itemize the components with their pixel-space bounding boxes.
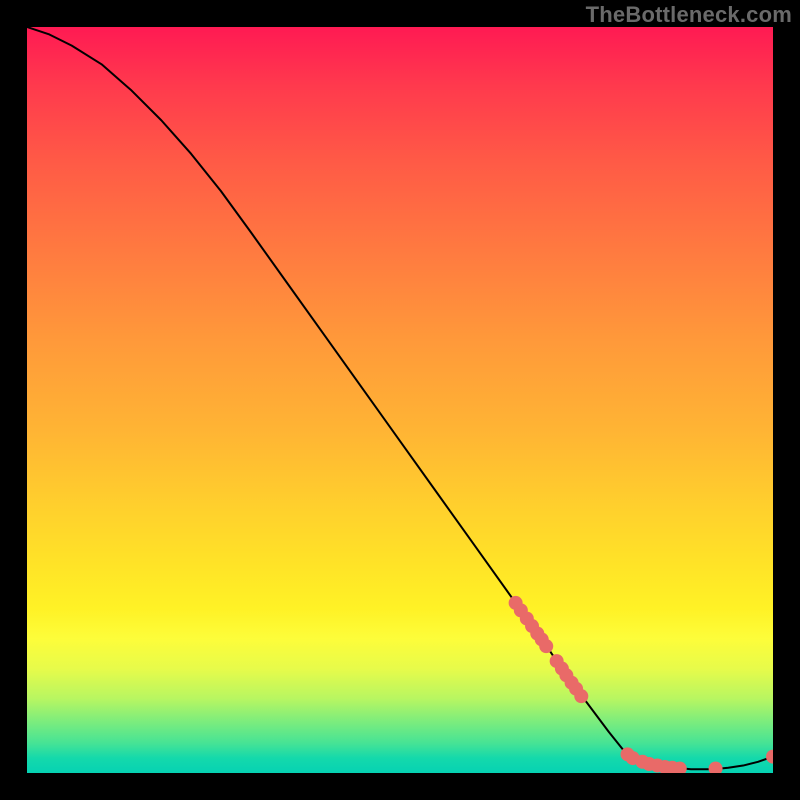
data-point [574,689,588,703]
curve-overlay [27,27,773,773]
watermark-text: TheBottleneck.com [586,2,792,28]
data-point [709,762,723,773]
data-point [766,750,773,764]
data-point [539,639,553,653]
chart-container: TheBottleneck.com [0,0,800,800]
plot-area [27,27,773,773]
data-points [509,596,773,773]
bottleneck-curve [27,27,773,769]
